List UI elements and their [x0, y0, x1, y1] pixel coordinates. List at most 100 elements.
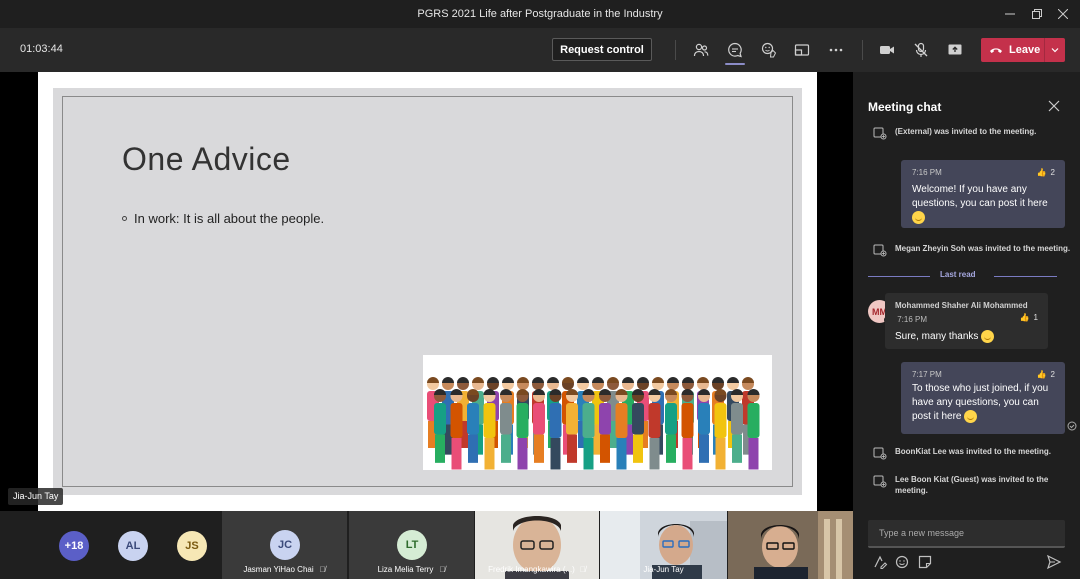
crowd-illustration	[423, 355, 772, 470]
leave-dropdown[interactable]	[1045, 47, 1065, 53]
sticker-button[interactable]	[917, 554, 933, 570]
last-read-line	[994, 276, 1057, 277]
compose-box[interactable]	[868, 520, 1065, 548]
participant-avatar: JC	[270, 530, 300, 560]
slide-title: One Advice	[122, 141, 291, 177]
slide-border: One Advice In work: It is all about the …	[62, 96, 793, 487]
last-read-line	[868, 276, 930, 277]
reaction-count: 2	[1050, 370, 1055, 379]
chat-message[interactable]: Mohammed Shaher Ali Mohammed 7:16 PM 👍 1 …	[885, 293, 1048, 349]
close-icon	[1048, 100, 1060, 112]
crowd-person	[467, 389, 479, 463]
message-text: Welcome! If you have any questions, you …	[912, 183, 1054, 225]
meeting-toolbar: 01:03:44 Request control Leave	[0, 28, 1080, 72]
presenter-name-label: Jia-Jun Tay	[8, 488, 64, 505]
message-body: Welcome! If you have any questions, you …	[912, 184, 1048, 209]
sticker-icon	[918, 555, 932, 569]
crowd-person	[698, 389, 710, 463]
participant-name-text: Liza Melia Terry	[377, 565, 434, 574]
message-text: Sure, many thanks	[895, 330, 1038, 343]
participant-added-icon	[873, 475, 887, 488]
mic-muted-icon: 🎙̸	[439, 565, 446, 574]
system-event: Lee Boon Kiat (Guest) was invited to the…	[873, 474, 1073, 496]
leave-label: Leave	[1009, 44, 1041, 56]
chat-message[interactable]: 7:17 PM 👍 2 To those who just joined, if …	[901, 362, 1065, 434]
participant-name-text: Jasman YiHao Chai	[243, 565, 314, 574]
system-event-text: Megan Zheyin Soh was invited to the meet…	[895, 244, 1071, 253]
participant-tile[interactable]: LT Liza Melia Terry 🎙̸	[349, 511, 474, 579]
request-control-button[interactable]: Request control	[552, 38, 652, 61]
last-read-marker: Last read	[868, 270, 1057, 282]
system-event: Megan Zheyin Soh was invited to the meet…	[873, 243, 1073, 257]
close-icon	[1058, 9, 1068, 19]
last-read-label: Last read	[940, 270, 976, 279]
more-participants-button[interactable]: +18	[59, 531, 89, 561]
crowd-person	[533, 389, 545, 463]
person-video-feed	[728, 511, 853, 579]
mic-button[interactable]	[909, 38, 933, 62]
participant-video[interactable]	[728, 511, 853, 579]
participants-button[interactable]	[689, 38, 713, 62]
crowd-person	[599, 389, 611, 463]
participant-avatar: LT	[397, 530, 427, 560]
grin-emoji-icon	[912, 211, 925, 224]
send-button[interactable]	[1046, 554, 1062, 570]
participant-avatar[interactable]: AL	[118, 531, 148, 561]
reaction-count: 1	[1033, 313, 1038, 322]
participant-name: Liza Melia Terry 🎙̸	[349, 565, 474, 574]
crowd-person	[566, 389, 578, 463]
participant-added-icon	[873, 447, 887, 460]
meeting-timer: 01:03:44	[20, 43, 63, 55]
chat-icon	[728, 42, 742, 58]
close-window-button[interactable]	[1046, 0, 1080, 28]
thumbs-up-icon: 👍	[1036, 168, 1047, 177]
format-button[interactable]	[872, 554, 888, 570]
participant-video[interactable]: Jia-Jun Tay	[600, 511, 727, 579]
camera-button[interactable]	[875, 38, 899, 62]
chat-message[interactable]: 7:16 PM 👍 2 Welcome! If you have any ques…	[901, 160, 1065, 228]
video-camera-icon	[880, 46, 894, 54]
chat-button[interactable]	[723, 38, 747, 65]
reaction-count: 2	[1050, 168, 1055, 177]
system-event: BoonKiat Lee was invited to the meeting.	[873, 446, 1073, 460]
participant-tile[interactable]: JC Jasman YiHao Chai 🎙̸	[222, 511, 347, 579]
participant-name: Jasman YiHao Chai 🎙̸	[222, 565, 347, 574]
participant-video[interactable]: Fredrik Imangkawira (...) 🎙̸	[475, 511, 599, 579]
leave-button[interactable]: Leave	[981, 38, 1065, 62]
like-reaction[interactable]: 👍 2	[1037, 370, 1055, 379]
bullet-icon	[122, 216, 127, 221]
rooms-button[interactable]	[790, 38, 814, 62]
more-actions-button[interactable]	[824, 38, 848, 62]
system-event-text: BoonKiat Lee was invited to the meeting.	[895, 447, 1052, 456]
mic-muted-icon: 🎙̸	[319, 565, 326, 574]
shared-content-stage: One Advice In work: It is all about the …	[0, 72, 853, 511]
format-icon	[874, 555, 888, 570]
system-event: (External) was invited to the meeting.	[873, 126, 1073, 140]
crowd-person	[731, 389, 743, 463]
grin-emoji-icon	[964, 410, 978, 423]
toolbar-divider	[862, 40, 863, 60]
share-button[interactable]	[943, 38, 967, 62]
system-event-text: (External) was invited to the meeting.	[895, 127, 1037, 136]
title-bar: PGRS 2021 Life after Postgraduate in the…	[0, 0, 1080, 28]
participant-strip: +18 AL JS JC Jasman YiHao Chai 🎙̸ LT Liza…	[0, 511, 853, 579]
system-event-text: Lee Boon Kiat (Guest) was invited to the…	[895, 475, 1049, 495]
message-time: 7:17 PM	[912, 370, 942, 379]
more-icon	[829, 48, 843, 52]
emoji-button[interactable]	[894, 554, 910, 570]
reactions-button[interactable]	[757, 38, 781, 62]
like-reaction[interactable]: 👍 2	[1037, 168, 1055, 177]
like-reaction[interactable]: 👍 1	[1020, 313, 1038, 322]
mic-muted-icon: 🎙̸	[579, 565, 586, 574]
toolbar-divider	[675, 40, 676, 60]
crowd-person	[500, 389, 512, 463]
message-input[interactable]	[868, 520, 1065, 546]
chevron-down-icon	[1051, 48, 1059, 53]
message-text: To those who just joined, if you have an…	[912, 382, 1054, 424]
close-chat-button[interactable]	[1046, 98, 1062, 114]
leave-main[interactable]: Leave	[981, 38, 1045, 62]
thumbs-up-icon: 👍	[1036, 370, 1047, 379]
participant-name: Fredrik Imangkawira (...) 🎙̸	[475, 565, 599, 574]
participant-avatar[interactable]: JS	[177, 531, 207, 561]
participant-added-icon	[873, 127, 887, 140]
